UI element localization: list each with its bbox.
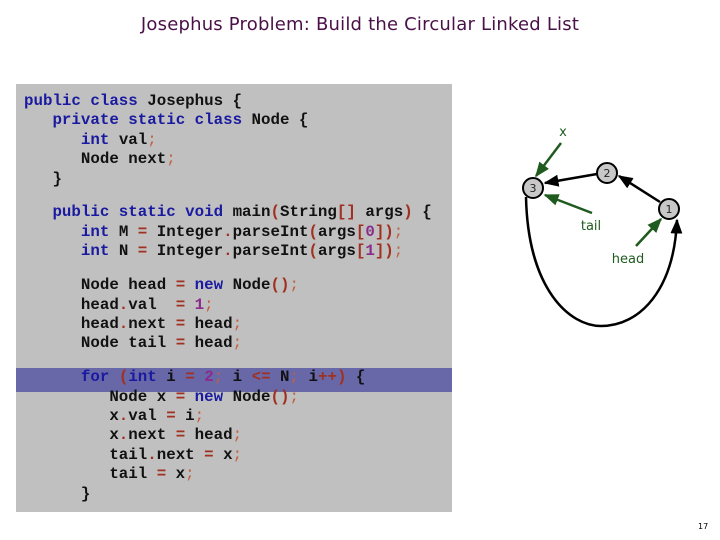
node-2: 2	[596, 162, 618, 184]
edge-1-to-2	[617, 174, 661, 204]
edge-3-to-1	[524, 196, 683, 328]
node-3: 3	[522, 177, 544, 199]
pointer-head-arrow	[635, 217, 663, 247]
node-label: 1	[666, 203, 673, 216]
node-label: 3	[530, 182, 537, 195]
linked-list-diagram: 3 2 1 x tail head	[522, 125, 683, 328]
pointer-tail-arrow	[543, 193, 593, 215]
node-1: 1	[658, 198, 680, 220]
page-number: 17	[698, 522, 709, 531]
pointer-tail-label: tail	[581, 219, 601, 234]
node-label: 2	[604, 167, 611, 180]
edge-2-to-3	[543, 172, 598, 187]
pointer-x-label: x	[559, 125, 567, 140]
pointer-head-label: head	[612, 252, 644, 267]
pointer-x-arrow	[535, 142, 562, 178]
